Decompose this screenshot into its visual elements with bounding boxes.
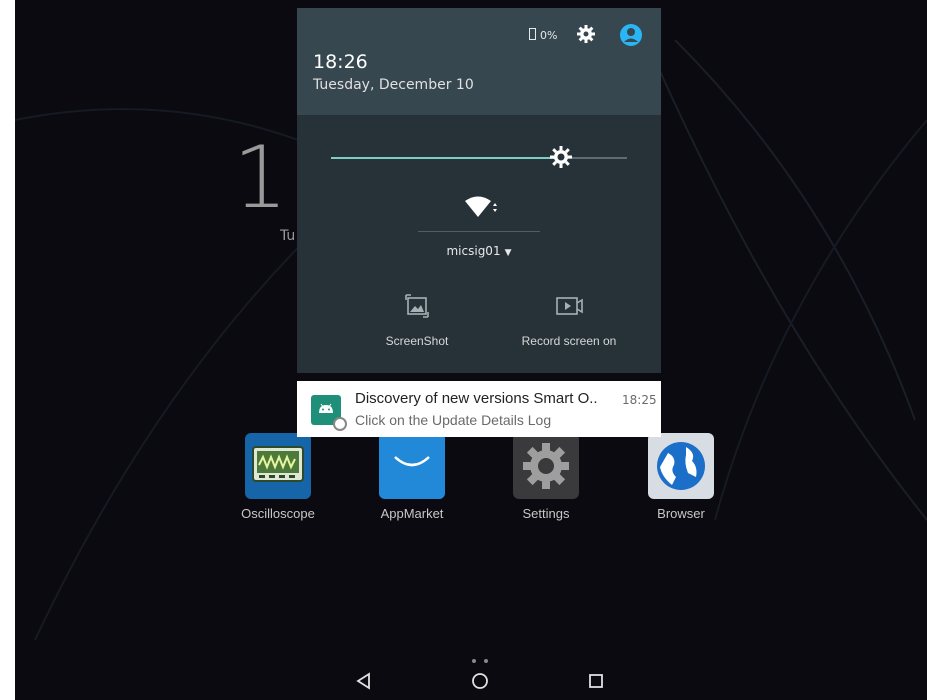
battery-status: 0% xyxy=(529,28,557,42)
back-icon[interactable] xyxy=(355,672,373,690)
tile-label: ScreenShot xyxy=(385,334,449,348)
notification-badge xyxy=(333,417,347,431)
chevron-down-icon: ▼ xyxy=(504,248,512,258)
app-label: Settings xyxy=(522,506,570,521)
wifi-icon[interactable] xyxy=(463,195,499,219)
brightness-slider[interactable] xyxy=(331,157,627,159)
navigation-bar xyxy=(15,662,927,700)
notification-shade: 0% 18:26 Tuesday, December 10 micsig01 ▼… xyxy=(297,8,661,373)
app-label: Oscilloscope xyxy=(241,506,315,521)
tile-label: Record screen on xyxy=(521,334,617,348)
gear-icon xyxy=(513,433,579,499)
battery-icon xyxy=(529,28,536,40)
tile-record-screen[interactable]: Record screen on xyxy=(499,292,639,348)
lockscreen-date: Tu xyxy=(280,228,296,244)
record-screen-icon xyxy=(556,297,583,315)
wifi-network-selector[interactable]: micsig01 ▼ xyxy=(297,244,661,258)
notification-card[interactable]: Discovery of new versions Smart O.. Clic… xyxy=(297,381,661,437)
notification-title: Discovery of new versions Smart O.. xyxy=(355,390,598,407)
app-settings[interactable]: Settings xyxy=(486,433,606,521)
wifi-network-name: micsig01 xyxy=(446,244,501,258)
shade-date[interactable]: Tuesday, December 10 xyxy=(313,77,474,93)
notification-text: Click on the Update Details Log xyxy=(355,412,552,428)
notification-time: 18:25 xyxy=(622,393,657,407)
shade-header: 0% 18:26 Tuesday, December 10 xyxy=(297,8,661,115)
app-label: Browser xyxy=(657,506,705,521)
globe-icon xyxy=(648,433,714,499)
screenshot-icon xyxy=(405,294,429,318)
recents-icon[interactable] xyxy=(587,672,605,690)
home-icon[interactable] xyxy=(471,672,489,690)
user-account-icon[interactable] xyxy=(619,23,643,47)
app-appmarket[interactable]: AppMarket xyxy=(352,433,472,521)
shade-time: 18:26 xyxy=(313,51,368,73)
oscilloscope-icon xyxy=(245,433,311,499)
divider xyxy=(418,231,540,232)
gear-icon[interactable] xyxy=(577,25,595,43)
brightness-icon[interactable] xyxy=(549,145,573,169)
app-browser[interactable]: Browser xyxy=(621,433,741,521)
battery-percent: 0% xyxy=(540,29,558,42)
tile-screenshot[interactable]: ScreenShot xyxy=(347,292,487,348)
app-label: AppMarket xyxy=(380,506,444,521)
device-screen: 18 Tu Oscilloscope AppMarket Settings Br… xyxy=(15,0,927,700)
app-oscilloscope[interactable]: Oscilloscope xyxy=(218,433,338,521)
shopping-bag-icon xyxy=(379,433,445,499)
brightness-fill xyxy=(331,157,561,159)
